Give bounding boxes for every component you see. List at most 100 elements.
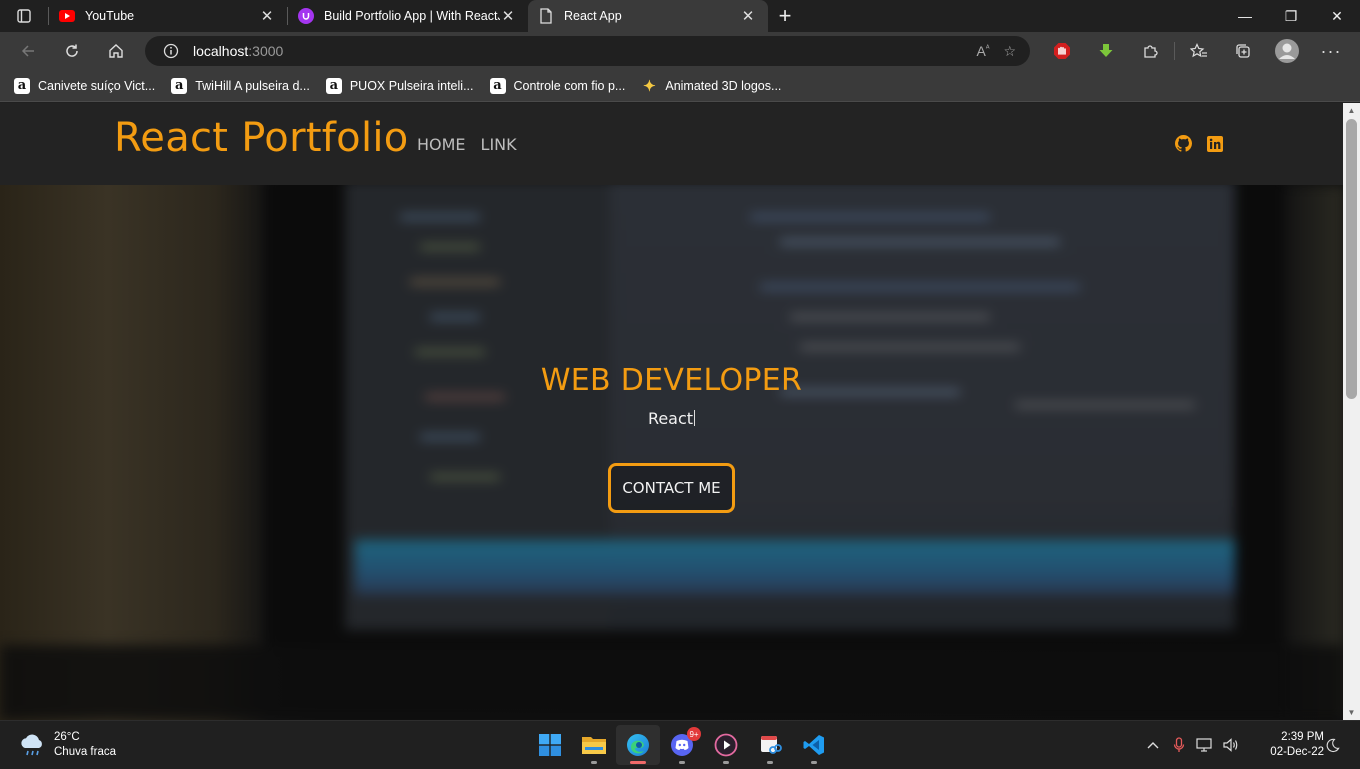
read-aloud-icon[interactable]: Aᴬ bbox=[976, 43, 989, 60]
favorites-icon bbox=[1190, 43, 1207, 58]
site-nav-links: HOME LINK bbox=[417, 135, 517, 154]
close-tab-icon[interactable]: ✕ bbox=[500, 8, 516, 25]
adblock-icon bbox=[1054, 43, 1070, 59]
rain-cloud-icon bbox=[21, 734, 42, 756]
taskbar-apps: 9+ bbox=[528, 725, 836, 765]
bookmark-item[interactable]: a TwiHill A pulseira d... bbox=[167, 72, 318, 100]
profile-button[interactable] bbox=[1265, 32, 1309, 70]
hero-background-image bbox=[0, 185, 1343, 720]
download-extension-button[interactable] bbox=[1084, 32, 1128, 70]
tab-youtube[interactable]: YouTube ✕ bbox=[49, 0, 287, 32]
scroll-up-icon[interactable]: ▲ bbox=[1347, 106, 1356, 115]
discord-notification-badge: 9+ bbox=[687, 727, 701, 741]
snipping-tool-button[interactable] bbox=[748, 725, 792, 765]
page-viewport: React Portfolio HOME LINK WEB DEVELOPER … bbox=[0, 103, 1343, 720]
media-player-icon bbox=[714, 733, 738, 757]
minimize-button[interactable]: — bbox=[1222, 0, 1268, 32]
new-tab-button[interactable]: + bbox=[768, 0, 802, 32]
clock-time: 2:39 PM bbox=[1281, 731, 1324, 743]
tab-build-portfolio[interactable]: Build Portfolio App | With ReactJS ✕ bbox=[288, 0, 528, 32]
download-icon bbox=[1099, 44, 1113, 57]
bookmarks-bar: a Canivete suíço Vict... a TwiHill A pulse… bbox=[0, 70, 1360, 102]
youtube-icon bbox=[59, 8, 75, 24]
media-player-button[interactable] bbox=[704, 725, 748, 765]
linkedin-icon[interactable] bbox=[1206, 135, 1223, 152]
clock-date: 02-Dec-22 bbox=[1270, 746, 1324, 758]
tab-title: React App bbox=[564, 9, 622, 23]
close-tab-icon[interactable]: ✕ bbox=[740, 8, 756, 25]
tab-react-app[interactable]: React App ✕ bbox=[528, 0, 768, 32]
refresh-button[interactable] bbox=[50, 32, 94, 70]
start-button[interactable] bbox=[528, 725, 572, 765]
site-info-icon[interactable] bbox=[163, 43, 179, 59]
hero-section: WEB DEVELOPER React CONTACT ME bbox=[0, 185, 1343, 720]
chevron-up-icon[interactable] bbox=[1140, 721, 1166, 769]
nav-link-home[interactable]: HOME bbox=[417, 135, 466, 154]
address-toolbar: localhost:3000 Aᴬ ☆ ··· bbox=[0, 32, 1360, 70]
site-brand[interactable]: React Portfolio bbox=[114, 115, 409, 161]
back-arrow-icon bbox=[21, 45, 34, 57]
edge-icon bbox=[627, 734, 649, 756]
windows-taskbar: 26°C Chuva fraca 9+ 2:39 PM 02-Dec-22 bbox=[0, 720, 1360, 768]
notification-moon-icon[interactable] bbox=[1322, 735, 1342, 755]
home-button[interactable] bbox=[94, 32, 138, 70]
page-icon bbox=[538, 8, 554, 24]
system-tray bbox=[1140, 721, 1244, 769]
add-favorite-icon[interactable]: ☆ bbox=[1003, 43, 1016, 60]
discord-button[interactable]: 9+ bbox=[660, 725, 704, 765]
bookmark-item[interactable]: a PUOX Pulseira inteli... bbox=[322, 72, 482, 100]
collections-button[interactable] bbox=[1221, 32, 1265, 70]
toolbar-separator bbox=[1174, 42, 1175, 60]
amazon-icon: a bbox=[171, 77, 188, 94]
sparkle-icon: ✦ bbox=[643, 76, 656, 95]
hero-title: WEB DEVELOPER bbox=[540, 363, 803, 398]
tab-actions-button[interactable] bbox=[0, 0, 48, 32]
edge-button[interactable] bbox=[616, 725, 660, 765]
bookmark-item[interactable]: ✦ Animated 3D logos... bbox=[637, 72, 789, 100]
vscode-button[interactable] bbox=[792, 725, 836, 765]
tab-title: Build Portfolio App | With ReactJS bbox=[324, 9, 500, 23]
collections-icon bbox=[1236, 44, 1250, 58]
window-controls: — ❐ ✕ bbox=[1222, 0, 1360, 32]
puzzle-icon bbox=[1144, 45, 1158, 58]
scroll-down-icon[interactable]: ▼ bbox=[1347, 708, 1356, 717]
address-input[interactable]: localhost:3000 Aᴬ ☆ bbox=[145, 36, 1030, 66]
extensions-button[interactable] bbox=[1128, 32, 1172, 70]
snipping-tool-icon bbox=[761, 736, 782, 754]
scroll-thumb[interactable] bbox=[1346, 119, 1357, 399]
amazon-icon: a bbox=[489, 77, 506, 94]
back-button[interactable] bbox=[6, 32, 50, 70]
tab-actions-icon bbox=[17, 9, 31, 23]
amazon-icon: a bbox=[14, 77, 30, 94]
tab-title: YouTube bbox=[85, 9, 135, 23]
contact-me-button[interactable]: CONTACT ME bbox=[608, 463, 735, 513]
nav-link-link[interactable]: LINK bbox=[481, 135, 517, 154]
site-navbar: React Portfolio HOME LINK bbox=[0, 103, 1343, 185]
close-window-button[interactable]: ✕ bbox=[1314, 0, 1360, 32]
adblock-extension-button[interactable] bbox=[1040, 32, 1084, 70]
page-scrollbar[interactable]: ▲ ▼ bbox=[1343, 103, 1360, 720]
restore-button[interactable]: ❐ bbox=[1268, 0, 1314, 32]
bookmark-item[interactable]: a Canivete suíço Vict... bbox=[10, 72, 163, 100]
avatar bbox=[1275, 39, 1299, 63]
favorites-button[interactable] bbox=[1177, 32, 1221, 70]
volume-icon[interactable] bbox=[1218, 721, 1244, 769]
weather-desc: Chuva fraca bbox=[54, 746, 117, 758]
browser-tab-bar: YouTube ✕ Build Portfolio App | With Rea… bbox=[0, 0, 1360, 32]
file-explorer-button[interactable] bbox=[572, 725, 616, 765]
settings-more-button[interactable]: ··· bbox=[1309, 32, 1353, 70]
url-text: localhost:3000 bbox=[193, 43, 284, 59]
bookmark-item[interactable]: a Controle com fio p... bbox=[486, 72, 634, 100]
udemy-icon bbox=[298, 8, 314, 24]
weather-widget[interactable]: 26°C Chuva fraca bbox=[18, 730, 116, 760]
home-icon bbox=[109, 44, 123, 58]
social-links bbox=[1175, 135, 1223, 152]
close-tab-icon[interactable]: ✕ bbox=[259, 8, 275, 25]
weather-temp: 26°C bbox=[54, 731, 80, 743]
microphone-icon[interactable] bbox=[1166, 721, 1192, 769]
system-clock[interactable]: 2:39 PM 02-Dec-22 bbox=[1252, 730, 1324, 760]
github-icon[interactable] bbox=[1175, 135, 1192, 152]
windows-start-icon bbox=[539, 734, 561, 756]
amazon-icon: a bbox=[325, 77, 342, 94]
network-icon[interactable] bbox=[1192, 721, 1218, 769]
